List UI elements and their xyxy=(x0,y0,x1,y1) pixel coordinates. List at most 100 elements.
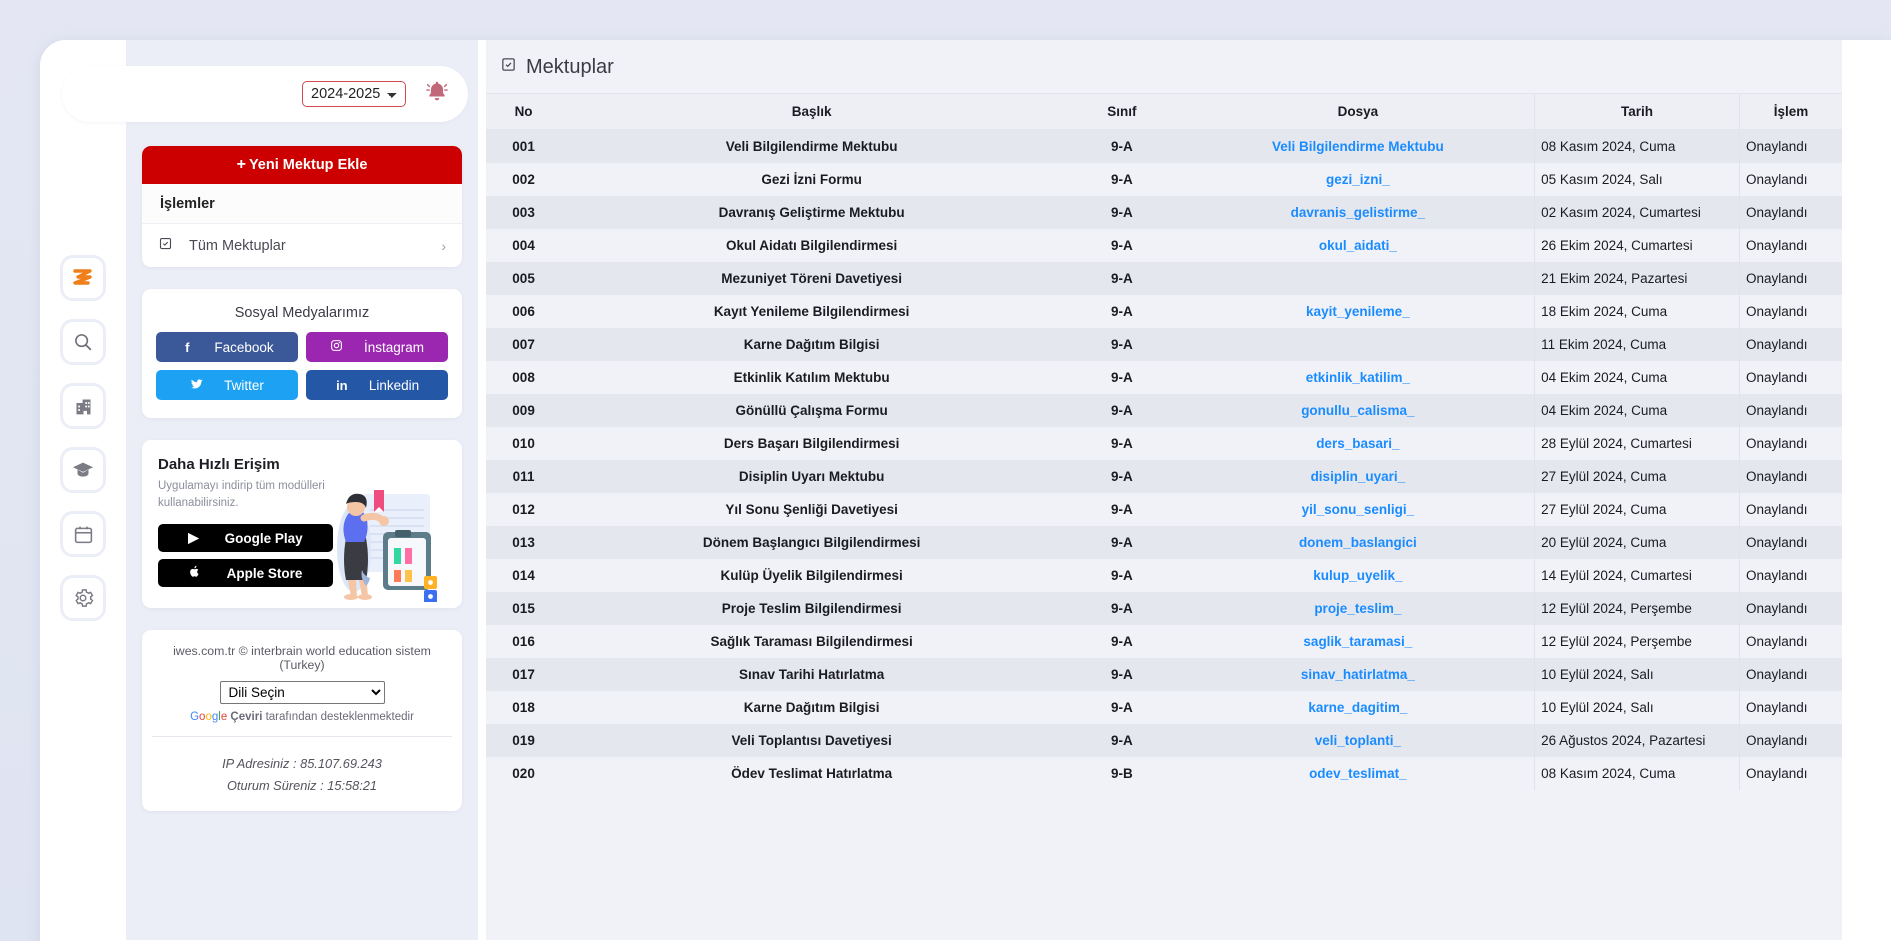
cell-title: Veli Toplantısı Davetiyesi xyxy=(731,733,892,748)
table-row[interactable]: 014 Kulüp Üyelik Bilgilendirmesi 9-A kulup_… xyxy=(486,559,1842,592)
table-row[interactable]: 010 Ders Başarı Bilgilendirmesi 9-A ders_ba… xyxy=(486,427,1842,460)
table-row[interactable]: 016 Sağlık Taraması Bilgilendirmesi 9-A sag… xyxy=(486,625,1842,658)
google-translate-credit: Google Çeviri tarafından desteklenmekted… xyxy=(152,711,452,723)
cell-file: Veli Bilgilendirme Mektubu xyxy=(1182,130,1535,164)
rail-item-search[interactable] xyxy=(60,319,106,365)
cell-date: 27 Eylül 2024, Cuma xyxy=(1534,460,1740,493)
file-download-link[interactable]: yil_sonu_senligi_ xyxy=(1302,502,1415,517)
file-download-link[interactable]: donem_baslangici xyxy=(1299,535,1417,550)
table-row[interactable]: 008 Etkinlik Katılım Mektubu 9-A etkinlik_k… xyxy=(486,361,1842,394)
file-download-link[interactable]: karne_dagitim_ xyxy=(1308,700,1407,715)
actions-card: + Yeni Mektup Ekle İşlemler Tüm Mektuplar… xyxy=(142,146,462,267)
cell-file: disiplin_uyari_ xyxy=(1182,460,1535,493)
file-download-link[interactable]: gezi_izni_ xyxy=(1326,172,1390,187)
cell-class: 9-A xyxy=(1110,634,1133,649)
cell-title: Sınav Tarihi Hatırlatma xyxy=(738,667,885,682)
file-download-link[interactable]: gonullu_calisma_ xyxy=(1301,403,1414,418)
table-row[interactable]: 015 Proje Teslim Bilgilendirmesi 9-A proje_… xyxy=(486,592,1842,625)
rail-item-logo[interactable] xyxy=(60,255,106,301)
col-header-class[interactable]: Sınıf xyxy=(1062,93,1182,130)
file-download-link[interactable]: kulup_uyelik_ xyxy=(1313,568,1402,583)
twitter-button[interactable]: Twitter xyxy=(156,370,298,400)
file-download-link[interactable]: davranis_gelistirme_ xyxy=(1291,205,1425,220)
table-row[interactable]: 011 Disiplin Uyarı Mektubu 9-A disiplin_uya… xyxy=(486,460,1842,493)
col-header-file[interactable]: Dosya xyxy=(1181,93,1535,130)
cell-date: 08 Kasım 2024, Cuma xyxy=(1534,129,1740,163)
language-select[interactable]: Dili Seçin xyxy=(219,681,385,705)
facebook-label: Facebook xyxy=(214,339,274,355)
cell-title: Ders Başarı Bilgilendirmesi xyxy=(723,436,900,451)
fast-access-title: Daha Hızlı Erişim xyxy=(158,456,280,473)
copyright-text: iwes.com.tr © interbrain world education… xyxy=(173,644,431,673)
file-download-link[interactable]: odev_teslimat_ xyxy=(1309,766,1407,781)
table-row[interactable]: 020 Ödev Teslimat Hatırlatma 9-B odev_tesli… xyxy=(486,757,1842,790)
file-download-link[interactable]: disiplin_uyari_ xyxy=(1311,469,1406,484)
table-row[interactable]: 012 Yıl Sonu Şenliği Davetiyesi 9-A yil_son… xyxy=(486,493,1842,526)
table-row[interactable]: 007 Karne Dağıtım Bilgisi 9-A 11 Ekim 2024,… xyxy=(486,328,1842,361)
cell-no: 016 xyxy=(512,634,535,649)
col-header-action[interactable]: İşlem xyxy=(1738,93,1842,130)
table-row[interactable]: 009 Gönüllü Çalışma Formu 9-A gonullu_calis… xyxy=(486,394,1842,427)
play-triangle-icon: ▶ xyxy=(188,530,199,546)
cell-action: Onaylandı xyxy=(1738,493,1842,526)
cell-action: Onaylandı xyxy=(1738,691,1842,724)
linkedin-button[interactable]: in Linkedin xyxy=(306,370,448,400)
bell-icon xyxy=(424,79,450,110)
notifications-button[interactable] xyxy=(420,77,454,111)
cell-no: 010 xyxy=(512,436,535,451)
apple-store-button[interactable]: Apple Store xyxy=(158,559,333,588)
cell-title: Veli Bilgilendirme Mektubu xyxy=(725,139,898,154)
cell-title: Ödev Teslimat Hatırlatma xyxy=(731,766,893,781)
cell-action: Onaylandı xyxy=(1738,559,1842,592)
google-translate-suffix: tarafından desteklenmektedir xyxy=(265,711,414,724)
plus-icon: + xyxy=(236,156,246,173)
rail-item-graduation[interactable] xyxy=(60,447,106,493)
table-row[interactable]: 003 Davranış Geliştirme Mektubu 9-A davrani… xyxy=(486,196,1842,229)
cell-no: 014 xyxy=(512,568,535,583)
file-download-link[interactable]: kayit_yenileme_ xyxy=(1306,304,1410,319)
table-row[interactable]: 006 Kayıt Yenileme Bilgilendirmesi 9-A kayi… xyxy=(486,295,1842,328)
file-download-link[interactable]: saglik_taramasi_ xyxy=(1303,634,1412,649)
table-row[interactable]: 004 Okul Aidatı Bilgilendirmesi 9-A okul_ai… xyxy=(486,229,1842,262)
table-row[interactable]: 002 Gezi İzni Formu 9-A gezi_izni_ 05 Kasım … xyxy=(486,163,1842,196)
sidebar-item-all-letters-label: Tüm Mektuplar xyxy=(189,237,286,254)
cell-no: 006 xyxy=(512,304,535,319)
social-card: Sosyal Medyalarımız f Facebook İnstagram xyxy=(142,289,462,418)
academic-year-select[interactable]: 2024-2025 xyxy=(302,81,406,107)
menu-heading: İşlemler xyxy=(142,184,462,224)
sidebar-item-all-letters[interactable]: Tüm Mektuplar › xyxy=(142,224,462,267)
cell-date: 10 Eylül 2024, Salı xyxy=(1534,691,1740,724)
file-download-link[interactable]: Veli Bilgilendirme Mektubu xyxy=(1272,139,1444,154)
cell-no: 003 xyxy=(512,205,535,220)
file-download-link[interactable]: ders_basari_ xyxy=(1316,436,1399,451)
linkedin-label: Linkedin xyxy=(368,377,420,393)
cell-file xyxy=(1182,328,1535,361)
table-row[interactable]: 005 Mezuniyet Töreni Davetiyesi 9-A 21 Ekim… xyxy=(486,262,1842,295)
rail-item-building[interactable] xyxy=(60,383,106,429)
table-row[interactable]: 013 Dönem Başlangıcı Bilgilendirmesi 9-A do… xyxy=(486,526,1842,559)
cell-title: Mezuniyet Töreni Davetiyesi xyxy=(721,271,903,286)
add-new-letter-button[interactable]: + Yeni Mektup Ekle xyxy=(142,146,462,184)
table-row[interactable]: 001 Veli Bilgilendirme Mektubu 9-A Veli Bil… xyxy=(486,129,1842,164)
file-download-link[interactable]: okul_aidati_ xyxy=(1319,238,1397,253)
table-row[interactable]: 017 Sınav Tarihi Hatırlatma 9-A sinav_hatir… xyxy=(486,658,1842,691)
rail-item-settings[interactable] xyxy=(60,575,106,621)
cell-title: Karne Dağıtım Bilgisi xyxy=(743,700,880,715)
cell-date: 04 Ekim 2024, Cuma xyxy=(1534,394,1740,427)
file-download-link[interactable]: sinav_hatirlatma_ xyxy=(1301,667,1415,682)
file-download-link[interactable]: veli_toplanti_ xyxy=(1315,733,1401,748)
instagram-button[interactable]: İnstagram xyxy=(306,332,448,362)
facebook-button[interactable]: f Facebook xyxy=(156,332,298,362)
file-download-link[interactable]: etkinlik_katilim_ xyxy=(1306,370,1410,385)
table-row[interactable]: 018 Karne Dağıtım Bilgisi 9-A karne_dagitim… xyxy=(486,691,1842,724)
cell-date: 18 Ekim 2024, Cuma xyxy=(1534,295,1740,328)
table-row[interactable]: 019 Veli Toplantısı Davetiyesi 9-A veli_top… xyxy=(486,724,1842,757)
cell-title: Proje Teslim Bilgilendirmesi xyxy=(721,601,902,616)
col-header-date[interactable]: Tarih xyxy=(1534,93,1740,130)
col-header-title[interactable]: Başlık xyxy=(561,93,1063,130)
cell-class: 9-A xyxy=(1110,238,1133,253)
google-play-button[interactable]: ▶ Google Play xyxy=(158,524,333,553)
file-download-link[interactable]: proje_teslim_ xyxy=(1314,601,1401,616)
col-header-no[interactable]: No xyxy=(486,93,562,130)
rail-item-calendar[interactable] xyxy=(60,511,106,557)
